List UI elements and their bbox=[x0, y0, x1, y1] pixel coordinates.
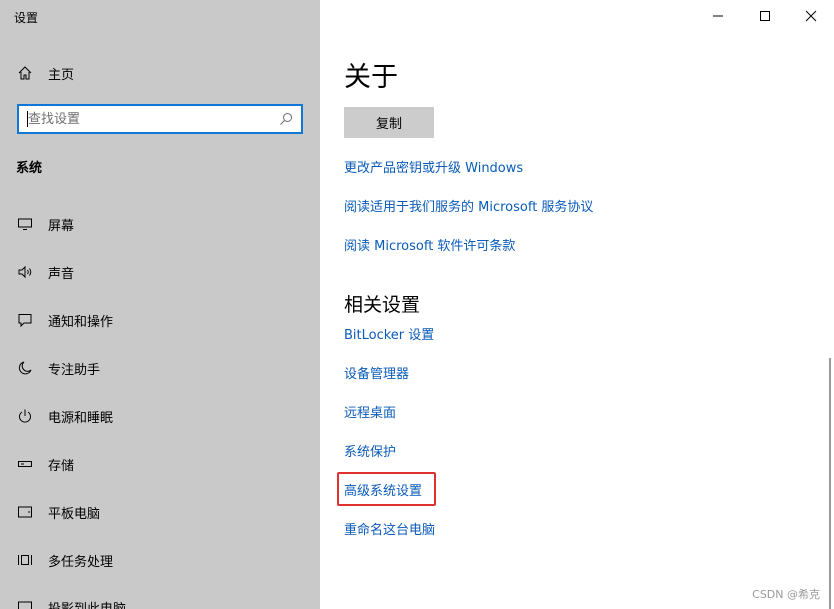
sidebar-item-power-sleep[interactable]: 电源和睡眠 bbox=[16, 405, 316, 427]
link-bitlocker-settings[interactable]: BitLocker 设置 bbox=[344, 324, 434, 343]
sidebar-item-sound[interactable]: 声音 bbox=[16, 261, 316, 283]
related-settings-title: 相关设置 bbox=[344, 294, 421, 316]
sidebar-item-label: 多任务处理 bbox=[48, 554, 114, 570]
sidebar-item-focus-assist[interactable]: 专注助手 bbox=[16, 357, 316, 379]
speaker-icon bbox=[16, 263, 34, 281]
link-device-manager[interactable]: 设备管理器 bbox=[344, 363, 409, 382]
maximize-icon bbox=[759, 7, 771, 26]
sidebar-item-home[interactable]: 主页 bbox=[16, 63, 74, 83]
sidebar-item-storage[interactable]: 存储 bbox=[16, 453, 316, 475]
page-title: 关于 bbox=[344, 62, 398, 93]
monitor-icon bbox=[16, 215, 34, 233]
projection-icon bbox=[16, 598, 34, 609]
notification-icon bbox=[16, 311, 34, 329]
home-label: 主页 bbox=[48, 67, 75, 83]
sidebar-item-projection[interactable]: 投影到此电脑 bbox=[16, 596, 316, 609]
storage-icon bbox=[16, 455, 34, 473]
sidebar-item-label: 电源和睡眠 bbox=[48, 410, 114, 426]
tablet-icon bbox=[16, 503, 34, 521]
section-label-system: 系统 bbox=[16, 161, 43, 176]
watermark: CSDN @希克 bbox=[752, 588, 820, 601]
link-advanced-system-settings[interactable]: 高级系统设置 bbox=[344, 480, 422, 499]
link-software-license-terms[interactable]: 阅读 Microsoft 软件许可条款 bbox=[344, 235, 515, 254]
link-change-product-key[interactable]: 更改产品密钥或升级 Windows bbox=[344, 157, 523, 176]
sidebar-item-label: 通知和操作 bbox=[48, 314, 114, 330]
sidebar-item-notifications[interactable]: 通知和操作 bbox=[16, 309, 316, 331]
sidebar-item-display[interactable]: 屏幕 bbox=[16, 213, 316, 235]
scrollbar[interactable] bbox=[829, 358, 831, 609]
sidebar-item-label: 屏幕 bbox=[48, 218, 75, 234]
multitask-icon bbox=[16, 551, 34, 569]
sidebar-item-label: 平板电脑 bbox=[48, 506, 101, 522]
copy-button[interactable]: 复制 bbox=[344, 107, 434, 138]
link-remote-desktop[interactable]: 远程桌面 bbox=[344, 402, 396, 421]
maximize-button[interactable] bbox=[750, 4, 780, 28]
minimize-button[interactable] bbox=[703, 4, 733, 28]
sidebar-item-label: 专注助手 bbox=[48, 362, 101, 378]
minimize-icon bbox=[712, 7, 724, 26]
sidebar-item-label: 投影到此电脑 bbox=[48, 601, 127, 609]
search-box[interactable] bbox=[17, 104, 303, 134]
sidebar-item-label: 声音 bbox=[48, 266, 75, 282]
search-icon[interactable] bbox=[277, 110, 295, 128]
close-icon bbox=[805, 7, 817, 26]
sidebar: 设置 主页 系统 屏幕 声音 通知和操作 专注助手 bbox=[0, 0, 320, 609]
sidebar-item-label: 存储 bbox=[48, 458, 75, 474]
sidebar-item-tablet[interactable]: 平板电脑 bbox=[16, 501, 316, 523]
power-icon bbox=[16, 407, 34, 425]
link-rename-pc[interactable]: 重命名这台电脑 bbox=[344, 519, 435, 538]
text-cursor bbox=[27, 111, 28, 127]
app-title: 设置 bbox=[14, 11, 39, 25]
home-icon bbox=[16, 64, 34, 82]
close-button[interactable] bbox=[796, 4, 826, 28]
link-microsoft-services-agreement[interactable]: 阅读适用于我们服务的 Microsoft 服务协议 bbox=[344, 196, 593, 215]
sidebar-item-multitasking[interactable]: 多任务处理 bbox=[16, 549, 316, 571]
search-input[interactable] bbox=[19, 106, 275, 132]
link-system-protection[interactable]: 系统保护 bbox=[344, 441, 396, 460]
moon-icon bbox=[16, 359, 34, 377]
